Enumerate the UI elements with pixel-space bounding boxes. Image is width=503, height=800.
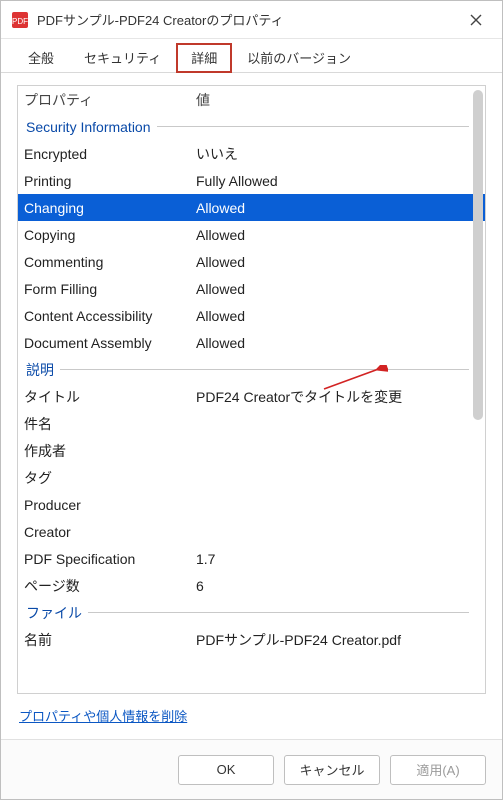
property-value: 1.7 bbox=[196, 551, 485, 567]
property-row[interactable]: PDF Specification 1.7 bbox=[18, 545, 485, 572]
property-name: Content Accessibility bbox=[24, 308, 196, 324]
property-name: タイトル bbox=[24, 387, 196, 407]
property-value: いいえ bbox=[196, 144, 485, 164]
property-row[interactable]: Document Assembly Allowed bbox=[18, 329, 485, 356]
column-headers: プロパティ 値 bbox=[18, 86, 485, 113]
group-security-information: Security Information bbox=[18, 113, 485, 140]
properties-dialog: PDF PDFサンプル-PDF24 Creatorのプロパティ 全般 セキュリテ… bbox=[0, 0, 503, 800]
property-name: Form Filling bbox=[24, 281, 196, 297]
property-name: Encrypted bbox=[24, 146, 196, 162]
property-name: Printing bbox=[24, 173, 196, 189]
apply-button[interactable]: 適用(A) bbox=[390, 755, 486, 785]
tab-details[interactable]: 詳細 bbox=[176, 43, 232, 73]
tab-strip: 全般 セキュリティ 詳細 以前のバージョン bbox=[1, 39, 502, 73]
property-value: PDF24 Creatorでタイトルを変更 bbox=[196, 387, 485, 407]
property-name: Copying bbox=[24, 227, 196, 243]
property-value: Allowed bbox=[196, 227, 485, 243]
property-value: Allowed bbox=[196, 200, 485, 216]
property-name: Commenting bbox=[24, 254, 196, 270]
dialog-buttons: OK キャンセル 適用(A) bbox=[1, 739, 502, 799]
pdf-app-icon: PDF bbox=[11, 11, 29, 29]
property-name: PDF Specification bbox=[24, 551, 196, 567]
group-divider bbox=[60, 369, 469, 370]
property-row[interactable]: Printing Fully Allowed bbox=[18, 167, 485, 194]
property-row[interactable]: Copying Allowed bbox=[18, 221, 485, 248]
property-name: タグ bbox=[24, 468, 196, 488]
group-description: 説明 bbox=[18, 356, 485, 383]
content-area: プロパティ 値 Security Information Encrypted い… bbox=[1, 73, 502, 739]
property-rows: プロパティ 値 Security Information Encrypted い… bbox=[18, 86, 485, 693]
group-label: Security Information bbox=[26, 119, 157, 135]
property-name: Changing bbox=[24, 200, 196, 216]
property-row[interactable]: Producer bbox=[18, 491, 485, 518]
property-value: Allowed bbox=[196, 335, 485, 351]
property-row[interactable]: ページ数 6 bbox=[18, 572, 485, 599]
property-value: Allowed bbox=[196, 308, 485, 324]
group-label: ファイル bbox=[26, 603, 88, 623]
property-name: 作成者 bbox=[24, 441, 196, 461]
property-row[interactable]: 作成者 bbox=[18, 437, 485, 464]
property-row-selected[interactable]: Changing Allowed bbox=[18, 194, 485, 221]
property-row[interactable]: 名前 PDFサンプル-PDF24 Creator.pdf bbox=[18, 626, 485, 653]
window-title: PDFサンプル-PDF24 Creatorのプロパティ bbox=[37, 10, 454, 29]
group-divider bbox=[88, 612, 469, 613]
property-name: Producer bbox=[24, 497, 196, 513]
group-divider bbox=[157, 126, 470, 127]
property-row[interactable]: Commenting Allowed bbox=[18, 248, 485, 275]
property-value: Allowed bbox=[196, 254, 485, 270]
col-value: 値 bbox=[196, 90, 485, 110]
property-row[interactable]: Encrypted いいえ bbox=[18, 140, 485, 167]
remove-properties-link-row: プロパティや個人情報を削除 bbox=[17, 694, 486, 731]
property-name: Creator bbox=[24, 524, 196, 540]
property-value: Fully Allowed bbox=[196, 173, 485, 189]
scrollbar-thumb[interactable] bbox=[473, 90, 483, 420]
property-row[interactable]: Form Filling Allowed bbox=[18, 275, 485, 302]
cancel-button[interactable]: キャンセル bbox=[284, 755, 380, 785]
titlebar: PDF PDFサンプル-PDF24 Creatorのプロパティ bbox=[1, 1, 502, 39]
group-label: 説明 bbox=[26, 360, 60, 380]
property-name: ページ数 bbox=[24, 576, 196, 596]
close-button[interactable] bbox=[454, 4, 498, 36]
property-value: 6 bbox=[196, 578, 485, 594]
property-name: 件名 bbox=[24, 414, 196, 434]
property-row[interactable]: タイトル PDF24 Creatorでタイトルを変更 bbox=[18, 383, 485, 410]
property-row[interactable]: 件名 bbox=[18, 410, 485, 437]
svg-text:PDF: PDF bbox=[12, 17, 28, 26]
property-value: Allowed bbox=[196, 281, 485, 297]
ok-button[interactable]: OK bbox=[178, 755, 274, 785]
tab-security[interactable]: セキュリティ bbox=[69, 43, 176, 73]
group-file: ファイル bbox=[18, 599, 485, 626]
property-name: Document Assembly bbox=[24, 335, 196, 351]
property-row[interactable]: Content Accessibility Allowed bbox=[18, 302, 485, 329]
col-property: プロパティ bbox=[24, 90, 196, 110]
tab-previous-versions[interactable]: 以前のバージョン bbox=[232, 43, 366, 73]
property-list: プロパティ 値 Security Information Encrypted い… bbox=[17, 85, 486, 694]
property-row[interactable]: タグ bbox=[18, 464, 485, 491]
property-value: PDFサンプル-PDF24 Creator.pdf bbox=[196, 630, 485, 650]
tab-general[interactable]: 全般 bbox=[13, 43, 69, 73]
property-row[interactable]: Creator bbox=[18, 518, 485, 545]
remove-properties-link[interactable]: プロパティや個人情報を削除 bbox=[19, 709, 187, 724]
property-name: 名前 bbox=[24, 630, 196, 650]
